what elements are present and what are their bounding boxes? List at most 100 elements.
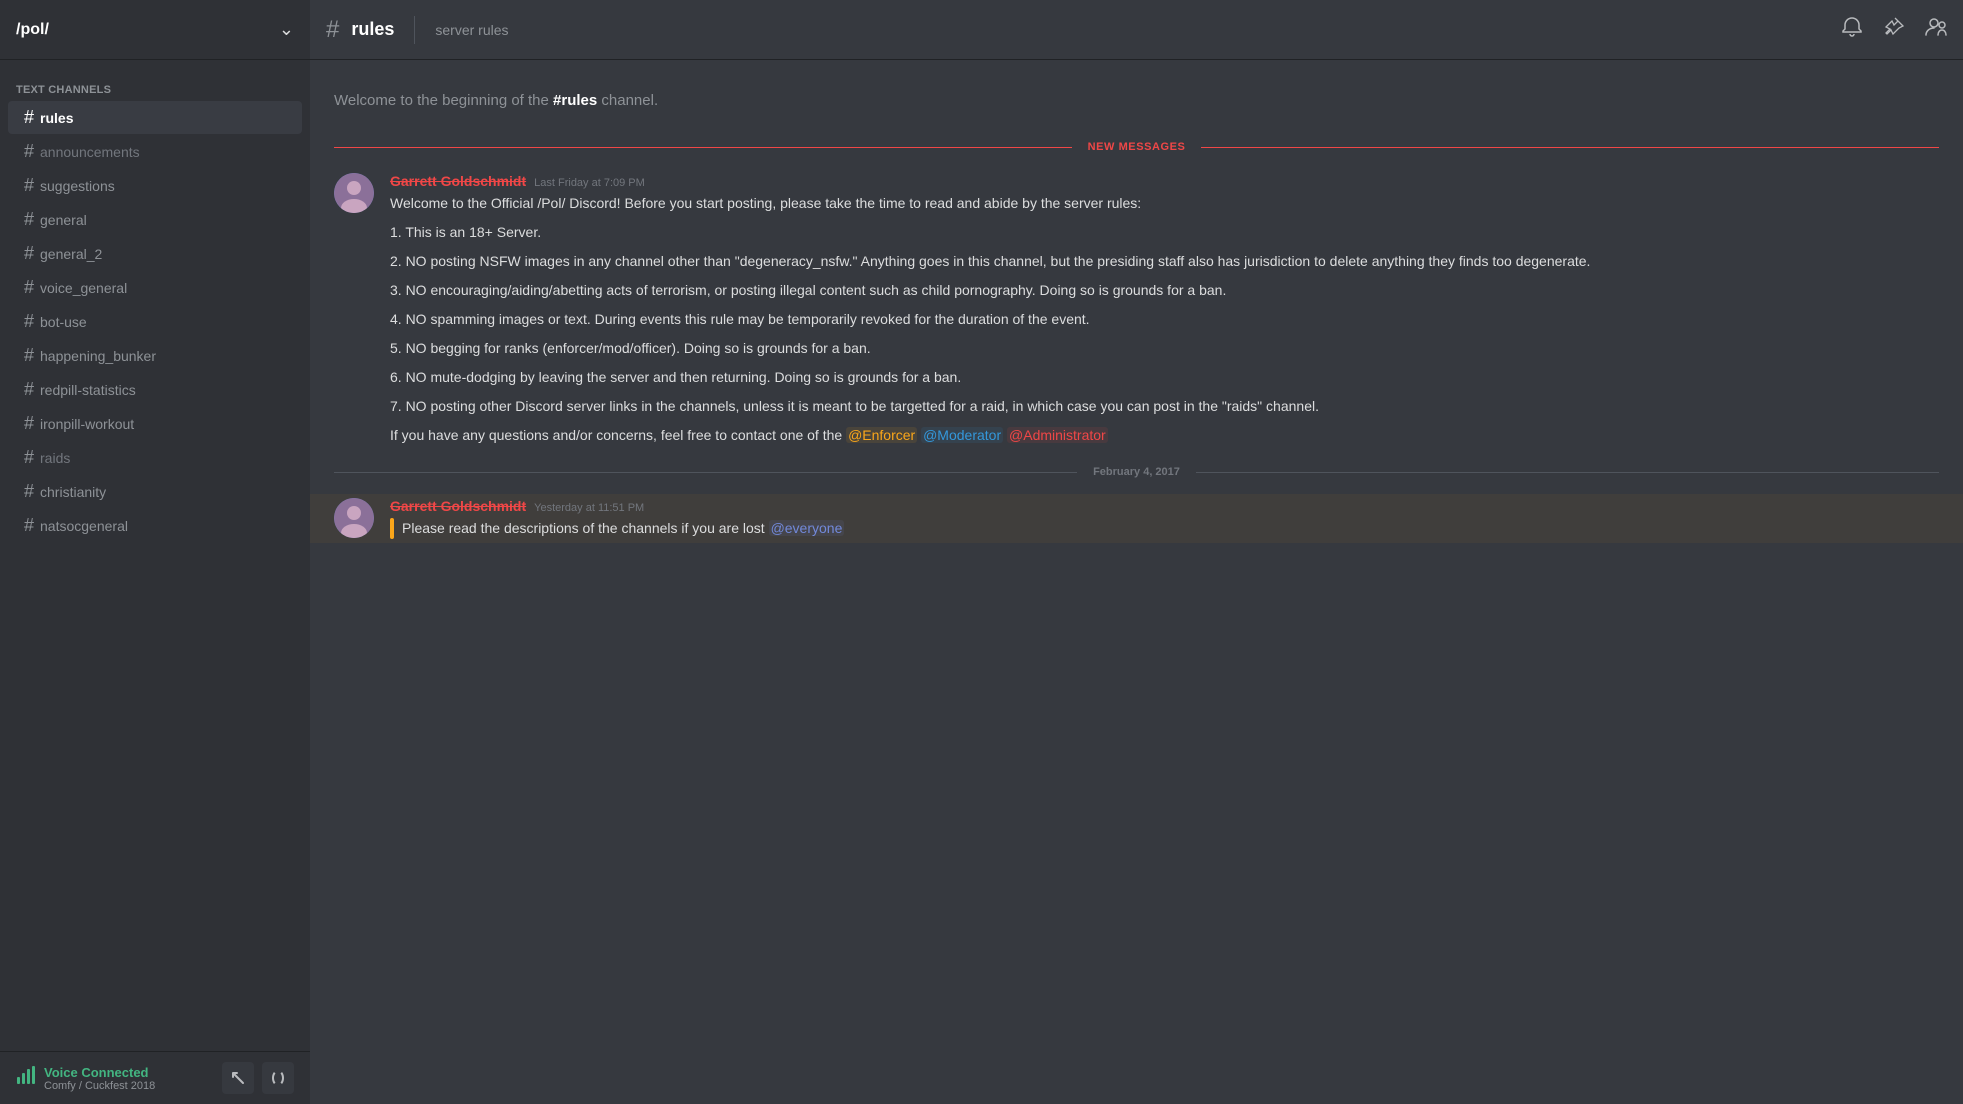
- hash-icon: #: [24, 413, 34, 434]
- channel-list: TEXT CHANNELS # rules # announcements # …: [0, 60, 310, 1051]
- channel-name-rules: rules: [40, 110, 73, 126]
- pin-icon[interactable]: [1883, 16, 1905, 44]
- server-name: /pol/: [16, 21, 49, 39]
- channel-name-happening-bunker: happening_bunker: [40, 348, 156, 364]
- sidebar-item-announcements[interactable]: # announcements: [8, 135, 302, 168]
- bell-icon[interactable]: [1841, 16, 1863, 44]
- new-messages-line-left: [334, 147, 1072, 148]
- sidebar-item-ironpill-workout[interactable]: # ironpill-workout: [8, 407, 302, 440]
- message-paragraph-7: 7. NO posting other Discord server links…: [390, 396, 1939, 417]
- hash-icon: #: [24, 175, 34, 196]
- channel-header-hash: #: [326, 16, 339, 44]
- message-text-1: Welcome to the Official /Pol/ Discord! B…: [390, 193, 1939, 446]
- message-timestamp-1: Last Friday at 7:09 PM: [534, 177, 645, 189]
- voice-actions: [222, 1062, 294, 1094]
- avatar-2: [334, 498, 374, 538]
- hash-icon: #: [24, 311, 34, 332]
- sidebar-item-general[interactable]: # general: [8, 203, 302, 236]
- message-text-2: Please read the descriptions of the chan…: [390, 518, 1939, 539]
- channel-name-announcements: announcements: [40, 144, 140, 160]
- sidebar-item-redpill-statistics[interactable]: # redpill-statistics: [8, 373, 302, 406]
- channel-start-message: Welcome to the beginning of the #rules c…: [310, 76, 1963, 125]
- channel-name-general2: general_2: [40, 246, 102, 262]
- hash-icon: #: [24, 481, 34, 502]
- channel-header-topic: server rules: [435, 22, 508, 38]
- footer-text: If you have any questions and/or concern…: [390, 427, 846, 443]
- messages-area[interactable]: Welcome to the beginning of the #rules c…: [310, 60, 1963, 1104]
- hash-icon: #: [24, 209, 34, 230]
- channel-name-voice-general: voice_general: [40, 280, 127, 296]
- message-footer: If you have any questions and/or concern…: [390, 425, 1939, 446]
- sidebar-item-natsocgeneral[interactable]: # natsocgeneral: [8, 509, 302, 542]
- chevron-down-icon: ⌄: [279, 19, 294, 40]
- message-paragraph-5: 5. NO begging for ranks (enforcer/mod/of…: [390, 338, 1939, 359]
- sidebar-item-happening-bunker[interactable]: # happening_bunker: [8, 339, 302, 372]
- hash-icon: #: [24, 447, 34, 468]
- sidebar-item-rules[interactable]: # rules: [8, 101, 302, 134]
- voice-channel-name: Comfy / Cuckfest 2018: [44, 1080, 214, 1092]
- members-icon[interactable]: [1925, 16, 1947, 44]
- server-header[interactable]: /pol/ ⌄: [0, 0, 310, 60]
- date-divider-line-right: [1196, 472, 1939, 473]
- hash-icon: #: [24, 141, 34, 162]
- channel-header-name: rules: [351, 19, 394, 40]
- mention-everyone[interactable]: @everyone: [769, 520, 845, 536]
- sidebar: /pol/ ⌄ TEXT CHANNELS # rules # announce…: [0, 0, 310, 1104]
- message-paragraph-2: 2. NO posting NSFW images in any channel…: [390, 251, 1939, 272]
- message-paragraph-3: 3. NO encouraging/aiding/abetting acts o…: [390, 280, 1939, 301]
- message-author-2: Garrett Goldschmidt: [390, 498, 526, 514]
- channel-header-icons: [1841, 16, 1947, 44]
- sidebar-item-raids[interactable]: # raids: [8, 441, 302, 474]
- text-channels-label: TEXT CHANNELS: [0, 68, 310, 100]
- date-divider-line-left: [334, 472, 1077, 473]
- channel-name-raids: raids: [40, 450, 70, 466]
- message-paragraph-0: Welcome to the Official /Pol/ Discord! B…: [390, 193, 1939, 214]
- sidebar-item-voice-general[interactable]: # voice_general: [8, 271, 302, 304]
- message-paragraph-msg2: Please read the descriptions of the chan…: [402, 518, 844, 539]
- message-bar: [390, 518, 394, 539]
- channel-name-bot-use: bot-use: [40, 314, 87, 330]
- channel-name-natsocgeneral: natsocgeneral: [40, 518, 128, 534]
- message-group-2: Garrett Goldschmidt Yesterday at 11:51 P…: [310, 494, 1963, 543]
- voice-info: Voice Connected Comfy / Cuckfest 2018: [44, 1065, 214, 1092]
- voice-disconnect-button[interactable]: [222, 1062, 254, 1094]
- channel-name-suggestions: suggestions: [40, 178, 115, 194]
- sidebar-item-suggestions[interactable]: # suggestions: [8, 169, 302, 202]
- channel-header: # rules server rules: [310, 0, 1963, 60]
- message-content-2: Garrett Goldschmidt Yesterday at 11:51 P…: [390, 498, 1939, 539]
- avatar-1: [334, 173, 374, 213]
- message-content-1: Garrett Goldschmidt Last Friday at 7:09 …: [390, 173, 1939, 446]
- message-paragraph-4: 4. NO spamming images or text. During ev…: [390, 309, 1939, 330]
- message-timestamp-2: Yesterday at 11:51 PM: [534, 502, 644, 514]
- hash-icon: #: [24, 515, 34, 536]
- hash-icon: #: [24, 243, 34, 264]
- new-messages-line-right: [1201, 147, 1939, 148]
- voice-connected-bar: Voice Connected Comfy / Cuckfest 2018: [0, 1051, 310, 1104]
- voice-connected-label: Voice Connected: [44, 1065, 214, 1080]
- mention-administrator[interactable]: @Administrator: [1007, 427, 1108, 443]
- date-divider: February 4, 2017: [334, 466, 1939, 478]
- message-group-1: Garrett Goldschmidt Last Friday at 7:09 …: [310, 169, 1963, 450]
- mention-moderator[interactable]: @Moderator: [921, 427, 1003, 443]
- message-header-1: Garrett Goldschmidt Last Friday at 7:09 …: [390, 173, 1939, 189]
- sidebar-item-bot-use[interactable]: # bot-use: [8, 305, 302, 338]
- message-header-2: Garrett Goldschmidt Yesterday at 11:51 P…: [390, 498, 1939, 514]
- sidebar-item-christianity[interactable]: # christianity: [8, 475, 302, 508]
- channel-name-christianity: christianity: [40, 484, 106, 500]
- hash-icon: #: [24, 277, 34, 298]
- date-divider-label: February 4, 2017: [1093, 466, 1180, 478]
- hash-icon: #: [24, 379, 34, 400]
- message-author-1: Garrett Goldschmidt: [390, 173, 526, 189]
- channel-name-ironpill-workout: ironpill-workout: [40, 416, 134, 432]
- message-paragraph-6: 6. NO mute-dodging by leaving the server…: [390, 367, 1939, 388]
- new-messages-divider: NEW MESSAGES: [334, 141, 1939, 153]
- hash-icon: #: [24, 107, 34, 128]
- sidebar-item-general2[interactable]: # general_2: [8, 237, 302, 270]
- hash-icon: #: [24, 345, 34, 366]
- message-paragraph-1: 1. This is an 18+ Server.: [390, 222, 1939, 243]
- mention-enforcer[interactable]: @Enforcer: [846, 427, 917, 443]
- message-with-bar: Please read the descriptions of the chan…: [390, 518, 1939, 539]
- channel-name-redpill-statistics: redpill-statistics: [40, 382, 136, 398]
- voice-settings-button[interactable]: [262, 1062, 294, 1094]
- main-content: # rules server rules: [310, 0, 1963, 1104]
